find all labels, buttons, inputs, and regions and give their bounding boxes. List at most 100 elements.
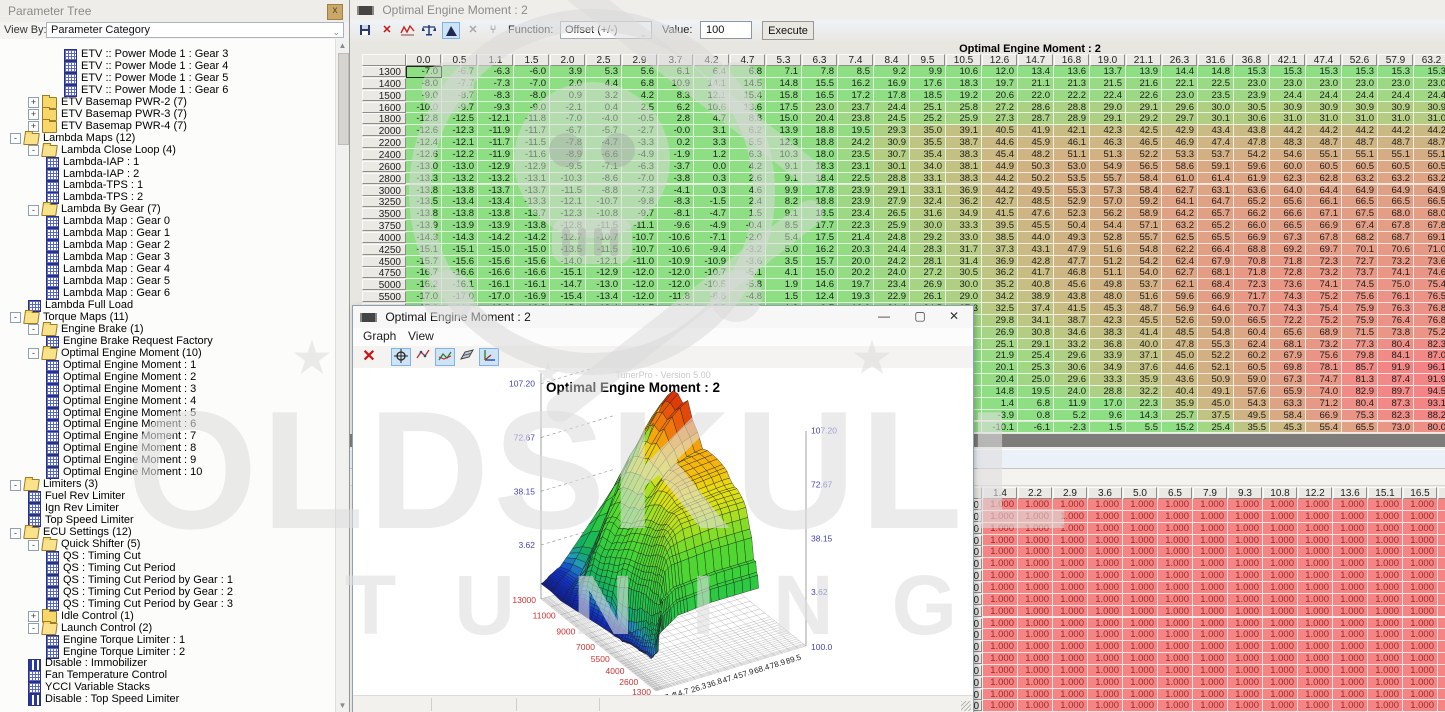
map-cell[interactable]: 14.8 — [766, 78, 802, 90]
multiplier-cell[interactable]: 1.000 — [1333, 618, 1368, 630]
map-cell[interactable]: -10.3 — [550, 173, 586, 185]
map-cell[interactable]: 48.5 — [1018, 196, 1054, 208]
multiplier-cell[interactable]: 1.000 — [1123, 499, 1158, 511]
row-header[interactable]: 3250 — [362, 196, 406, 207]
multiplier-cell[interactable]: 1.000 — [1228, 535, 1263, 547]
map-cell[interactable]: 53.5 — [1054, 173, 1090, 185]
map-cell[interactable]: -13.8 — [442, 208, 478, 220]
multiplier-cell[interactable]: 1.000 — [1193, 689, 1228, 701]
map-cell[interactable]: -3.3 — [622, 137, 658, 149]
multiplier-cell[interactable]: 1.000 — [1088, 511, 1123, 523]
multiplier-cell[interactable]: 1.000 — [1403, 535, 1438, 547]
map-cell[interactable]: 44.2 — [982, 173, 1018, 185]
multiplier-cell[interactable]: 1.000 — [983, 689, 1018, 701]
column-header[interactable]: 2.0 — [550, 54, 585, 66]
map-cell[interactable]: 80.4 — [1342, 398, 1378, 410]
multiplier-cell[interactable]: 1.000 — [1298, 570, 1333, 582]
column-header[interactable]: 7.9 — [1193, 487, 1227, 499]
map-cell[interactable]: 54.2 — [1126, 256, 1162, 268]
map-cell[interactable]: 66.2 — [1234, 208, 1270, 220]
multiplier-cell[interactable]: 1.000 — [1088, 558, 1123, 570]
map-cell[interactable]: 31.0 — [1306, 113, 1342, 125]
tree-item[interactable]: -Lambda Maps (12) — [10, 133, 135, 145]
map-cell[interactable]: 74.0 — [1306, 386, 1342, 398]
multiplier-cell[interactable]: 1.000 — [1053, 535, 1088, 547]
map-cell[interactable]: -10.6 — [658, 232, 694, 244]
map-cell[interactable]: 74.3 — [1270, 303, 1306, 315]
collapse-icon[interactable]: - — [10, 312, 21, 323]
multiplier-cell[interactable]: 1.000 — [1193, 606, 1228, 618]
multiplier-cell[interactable]: 1.000 — [1333, 629, 1368, 641]
multiplier-cell[interactable]: 1.000 — [1403, 606, 1438, 618]
multiplier-cell[interactable]: 1.000 — [1088, 523, 1123, 535]
map-cell[interactable]: 66.9 — [1306, 410, 1342, 422]
map-cell[interactable]: 45.5 — [1126, 315, 1162, 327]
map-cell[interactable]: -16.9 — [514, 291, 550, 303]
map-cell[interactable]: -13.7 — [514, 208, 550, 220]
multiplier-cell[interactable]: 1.000 — [1403, 653, 1438, 665]
map-cell[interactable]: 6.2 — [730, 125, 766, 137]
map-cell[interactable]: 20.4 — [982, 374, 1018, 386]
multiplier-cell[interactable]: 1.000 — [1088, 700, 1123, 712]
map-cell[interactable]: -12.0 — [658, 279, 694, 291]
map-cell[interactable]: 75.2 — [1306, 291, 1342, 303]
map-cell[interactable]: 57.3 — [1090, 185, 1126, 197]
column-header[interactable]: 4.2 — [694, 54, 729, 66]
map-cell[interactable]: 54.8 — [1198, 327, 1234, 339]
multiplier-cell[interactable]: 1.000 — [1368, 606, 1403, 618]
map-cell[interactable]: 58.4 — [1270, 410, 1306, 422]
map-cell[interactable]: 53.3 — [1162, 149, 1198, 161]
menu-graph[interactable]: Graph — [363, 329, 396, 343]
map-cell[interactable]: 69.7 — [1306, 244, 1342, 256]
map-cell[interactable]: 31.0 — [1378, 113, 1414, 125]
map-cell[interactable]: 71.2 — [1306, 398, 1342, 410]
multiplier-cell[interactable]: 1.000 — [1193, 570, 1228, 582]
map-cell[interactable]: -17.0 — [406, 291, 442, 303]
multiplier-cell[interactable]: 1.000 — [1403, 665, 1438, 677]
map-cell[interactable]: -12.0 — [622, 291, 658, 303]
map-cell[interactable]: 67.9 — [1198, 256, 1234, 268]
map-cell[interactable]: -17.0 — [478, 291, 514, 303]
map-cell[interactable]: 31.0 — [1342, 113, 1378, 125]
map-cell[interactable]: -17.0 — [442, 291, 478, 303]
map-cell[interactable]: 48.0 — [1090, 291, 1126, 303]
map-cell[interactable]: 16.5 — [802, 90, 838, 102]
map-cell[interactable]: -13.8 — [406, 208, 442, 220]
map-cell[interactable]: 4.4 — [586, 78, 622, 90]
map-cell[interactable]: -3.8 — [658, 173, 694, 185]
map-cell[interactable]: 59.1 — [1198, 161, 1234, 173]
column-header[interactable]: 3.6 — [1088, 487, 1122, 499]
map-cell[interactable]: 32.5 — [982, 303, 1018, 315]
map-cell[interactable]: 0.4 — [586, 102, 622, 114]
multiplier-cell[interactable]: 1.000 — [1263, 499, 1298, 511]
map-cell[interactable]: 47.8 — [1234, 137, 1270, 149]
multiplier-cell[interactable]: 1.000 — [1403, 570, 1438, 582]
map-cell[interactable]: 42.3 — [1090, 315, 1126, 327]
scroll-thumb[interactable] — [338, 53, 349, 145]
map-cell[interactable]: 48.7 — [1342, 137, 1378, 149]
multiplier-cell[interactable]: 1.000 — [1193, 665, 1228, 677]
multiplier-cell[interactable]: 1.000 — [1158, 546, 1193, 558]
multiplier-cell[interactable]: 1.000 — [1438, 535, 1445, 547]
map-cell[interactable]: 15.0 — [766, 113, 802, 125]
map-cell[interactable]: 66.5 — [1270, 220, 1306, 232]
map-cell[interactable]: 5.2 — [1054, 410, 1090, 422]
map-cell[interactable]: -10.0 — [406, 102, 442, 114]
map-cell[interactable]: 25.9 — [874, 220, 910, 232]
multiplier-cell[interactable]: 1.000 — [1018, 570, 1053, 582]
map-cell[interactable]: 70.7 — [1234, 303, 1270, 315]
map-cell[interactable]: -13.5 — [406, 196, 442, 208]
map-cell[interactable]: 23.4 — [874, 279, 910, 291]
map-cell[interactable]: 72.3 — [1306, 256, 1342, 268]
multiplier-cell[interactable]: 1.000 — [1088, 606, 1123, 618]
multiplier-cell[interactable]: 1.000 — [1088, 535, 1123, 547]
map-cell[interactable]: -12.4 — [406, 137, 442, 149]
multiplier-cell[interactable]: 1.000 — [983, 594, 1018, 606]
map-cell[interactable]: 18.5 — [910, 90, 946, 102]
map-cell[interactable]: 49.5 — [1234, 410, 1270, 422]
map-cell[interactable]: 74.3 — [1270, 291, 1306, 303]
map-cell[interactable]: 62.3 — [1270, 173, 1306, 185]
multiplier-cell[interactable]: 1.000 — [1368, 653, 1403, 665]
map-cell[interactable]: 45.9 — [1018, 137, 1054, 149]
map-cell[interactable]: 66.5 — [1234, 315, 1270, 327]
